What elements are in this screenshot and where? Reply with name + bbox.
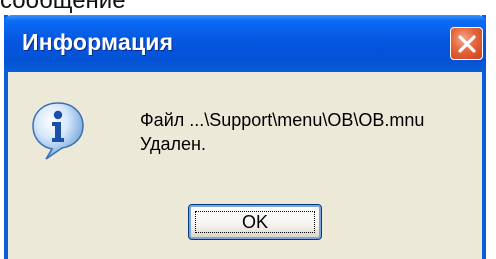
close-button[interactable] xyxy=(450,27,483,60)
dialog-message: Файл ...\Support\menu\OB\OB.mnu Удален. xyxy=(140,108,424,156)
message-line-1: Файл ...\Support\menu\OB\OB.mnu xyxy=(140,110,425,130)
dialog-titlebar[interactable]: Информация xyxy=(4,15,486,72)
dialog-title: Информация xyxy=(22,29,174,55)
ok-button[interactable]: OK xyxy=(188,204,322,240)
ok-button-label: OK xyxy=(241,212,268,232)
information-icon xyxy=(32,102,84,160)
close-x-icon xyxy=(458,35,476,53)
background-caption: сообщение xyxy=(0,0,126,14)
information-dialog: Информация Файл ...\Support\menu\OB\OB.m… xyxy=(4,15,486,259)
message-line-2: Удален. xyxy=(140,134,206,154)
